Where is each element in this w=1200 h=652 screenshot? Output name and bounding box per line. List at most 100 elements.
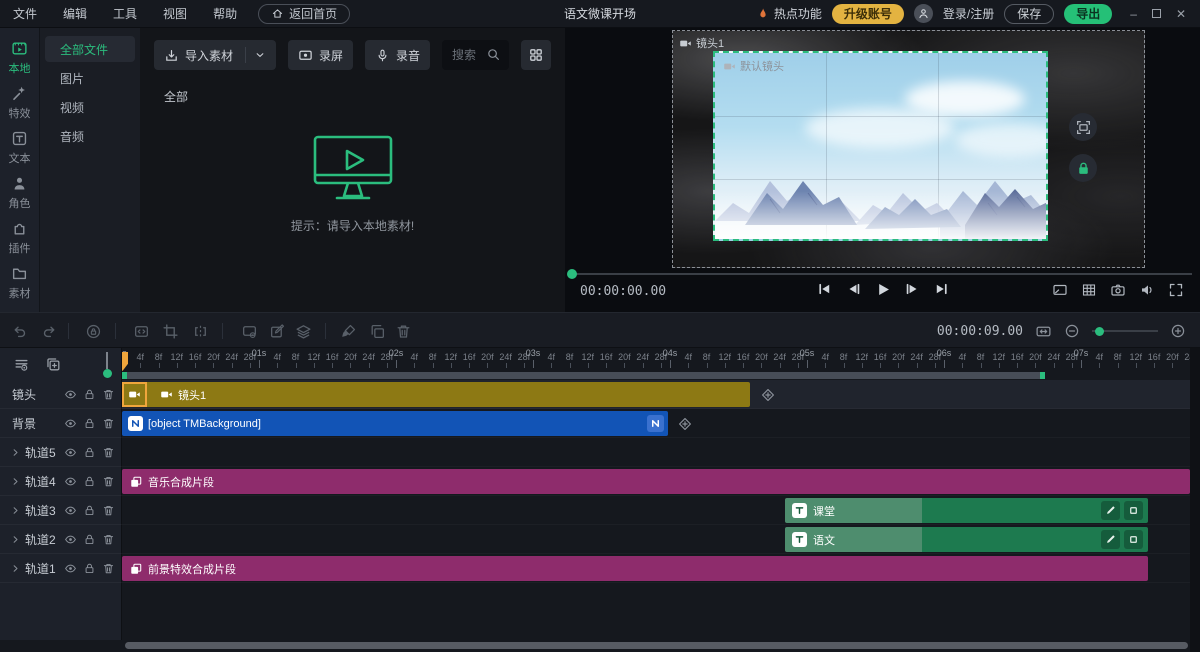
hot-features-button[interactable]: 热点功能 xyxy=(756,5,822,22)
upgrade-account-button[interactable]: 升级账号 xyxy=(831,3,904,24)
clip-edit-pen-button[interactable] xyxy=(1101,530,1120,549)
chevron-right-icon[interactable] xyxy=(10,447,21,458)
clip-edit-pen-button[interactable] xyxy=(1101,501,1120,520)
chevron-right-icon[interactable] xyxy=(10,476,21,487)
track-header-4[interactable]: 轨道4 xyxy=(0,467,122,496)
timeline-zoom-slider[interactable] xyxy=(1092,324,1158,338)
lock-icon[interactable] xyxy=(83,475,96,488)
sidebar-item-local[interactable]: 本地 xyxy=(0,37,39,82)
lock-icon[interactable] xyxy=(83,504,96,517)
clip-camera[interactable]: 镜头1 xyxy=(122,382,750,407)
clip-frame-button[interactable] xyxy=(1124,530,1143,549)
select-visible-button[interactable] xyxy=(241,323,258,340)
undo-button[interactable] xyxy=(11,323,28,340)
eye-icon[interactable] xyxy=(64,388,77,401)
default-camera-selection[interactable]: 默认镜头 xyxy=(713,51,1048,241)
previous-frame-button[interactable] xyxy=(844,280,862,298)
chevron-right-icon[interactable] xyxy=(10,505,21,516)
add-keyframe-button-camera[interactable] xyxy=(755,382,780,407)
copy-button[interactable] xyxy=(369,323,386,340)
play-button[interactable] xyxy=(873,280,892,299)
code-box-button[interactable] xyxy=(133,323,150,340)
eye-icon[interactable] xyxy=(64,446,77,459)
zoom-out-button[interactable] xyxy=(1064,323,1080,339)
redo-button[interactable] xyxy=(41,323,58,340)
timeline-range-scrollbar[interactable] xyxy=(122,372,1045,379)
chevron-down-icon[interactable] xyxy=(254,49,266,61)
zoom-in-button[interactable] xyxy=(1170,323,1186,339)
chevron-right-icon[interactable] xyxy=(10,534,21,545)
skip-to-start-button[interactable] xyxy=(815,280,833,298)
lock-icon[interactable] xyxy=(83,388,96,401)
clip-text-chinese[interactable]: 语文 xyxy=(785,527,1148,552)
range-handle-right[interactable] xyxy=(1040,372,1045,379)
lock-icon[interactable] xyxy=(83,417,96,430)
clip-frame-button[interactable] xyxy=(1124,501,1143,520)
delete-button[interactable] xyxy=(395,323,412,340)
minimize-button[interactable]: – xyxy=(1130,7,1137,21)
format-brush-button[interactable] xyxy=(340,323,357,340)
clip-camera-selection-box[interactable] xyxy=(122,382,147,407)
clip-text-classroom[interactable]: 课堂 xyxy=(785,498,1148,523)
volume-button[interactable] xyxy=(1139,282,1155,298)
fullscreen-button[interactable] xyxy=(1168,282,1184,298)
lock-icon[interactable] xyxy=(83,562,96,575)
sidebar-item-assets[interactable]: 素材 xyxy=(0,262,39,307)
sidebar-item-plugins[interactable]: 插件 xyxy=(0,217,39,262)
add-keyframe-button-background[interactable] xyxy=(672,411,697,436)
sidebar-item-effects[interactable]: 特效 xyxy=(0,82,39,127)
lock-icon[interactable] xyxy=(83,533,96,546)
range-handle-left[interactable] xyxy=(122,372,127,379)
background-object-badge[interactable] xyxy=(647,415,664,432)
back-home-button[interactable]: 返回首页 xyxy=(258,3,351,24)
menu-view[interactable]: 视图 xyxy=(150,5,200,22)
fit-timeline-button[interactable] xyxy=(1035,323,1052,340)
menu-help[interactable]: 帮助 xyxy=(200,5,250,22)
track-header-1[interactable]: 轨道1 xyxy=(0,554,122,583)
menu-tools[interactable]: 工具 xyxy=(100,5,150,22)
eye-icon[interactable] xyxy=(64,475,77,488)
trash-icon[interactable] xyxy=(102,388,115,401)
export-button[interactable]: 导出 xyxy=(1064,3,1113,24)
trash-icon[interactable] xyxy=(102,417,115,430)
layers-button[interactable] xyxy=(295,323,312,340)
clip-foreground-composite[interactable]: 前景特效合成片段 xyxy=(122,556,1148,581)
close-button[interactable]: ✕ xyxy=(1176,7,1186,21)
record-screen-button[interactable]: 录屏 xyxy=(288,40,354,70)
eye-icon[interactable] xyxy=(64,417,77,430)
eye-icon[interactable] xyxy=(64,504,77,517)
lock-icon[interactable] xyxy=(83,446,96,459)
search-icon[interactable] xyxy=(486,47,501,62)
track-header-5[interactable]: 轨道5 xyxy=(0,438,122,467)
maximize-button[interactable] xyxy=(1151,9,1161,18)
zoom-slider-handle[interactable] xyxy=(1095,327,1104,336)
filter-audio[interactable]: 音频 xyxy=(45,123,135,149)
lock-element-button[interactable] xyxy=(85,323,102,340)
clip-music-composite[interactable]: 音乐合成片段 xyxy=(122,469,1190,494)
grid-overlay-button[interactable] xyxy=(1081,282,1097,298)
timeline-cursor-line[interactable] xyxy=(106,352,108,369)
track-header-2[interactable]: 轨道2 xyxy=(0,525,122,554)
clip-background[interactable]: [object TMBackground] xyxy=(122,411,668,436)
preview-progress-handle[interactable] xyxy=(567,269,577,279)
canvas-display-button[interactable] xyxy=(1052,282,1068,298)
timeline-horizontal-scrollbar[interactable] xyxy=(125,642,1188,649)
track-header-background[interactable]: 背景 xyxy=(0,409,122,438)
camera-frame[interactable]: 镜头1 默认镜头 xyxy=(672,30,1145,268)
lock-canvas-button[interactable] xyxy=(1069,154,1097,182)
trash-icon[interactable] xyxy=(102,504,115,517)
filter-videos[interactable]: 视频 xyxy=(45,94,135,120)
save-button[interactable]: 保存 xyxy=(1004,3,1055,24)
menu-edit[interactable]: 编辑 xyxy=(50,5,100,22)
fit-canvas-button[interactable] xyxy=(1069,113,1097,141)
next-frame-button[interactable] xyxy=(903,280,921,298)
user-avatar-icon[interactable] xyxy=(913,4,933,23)
filter-all-files[interactable]: 全部文件 xyxy=(45,36,135,62)
track-header-3[interactable]: 轨道3 xyxy=(0,496,122,525)
eye-icon[interactable] xyxy=(64,533,77,546)
skip-to-end-button[interactable] xyxy=(932,280,950,298)
grid-view-button[interactable] xyxy=(521,40,551,70)
timeline-cursor-dot[interactable] xyxy=(103,369,112,378)
import-material-button[interactable]: 导入素材 xyxy=(154,40,277,70)
menu-file[interactable]: 文件 xyxy=(0,5,50,22)
